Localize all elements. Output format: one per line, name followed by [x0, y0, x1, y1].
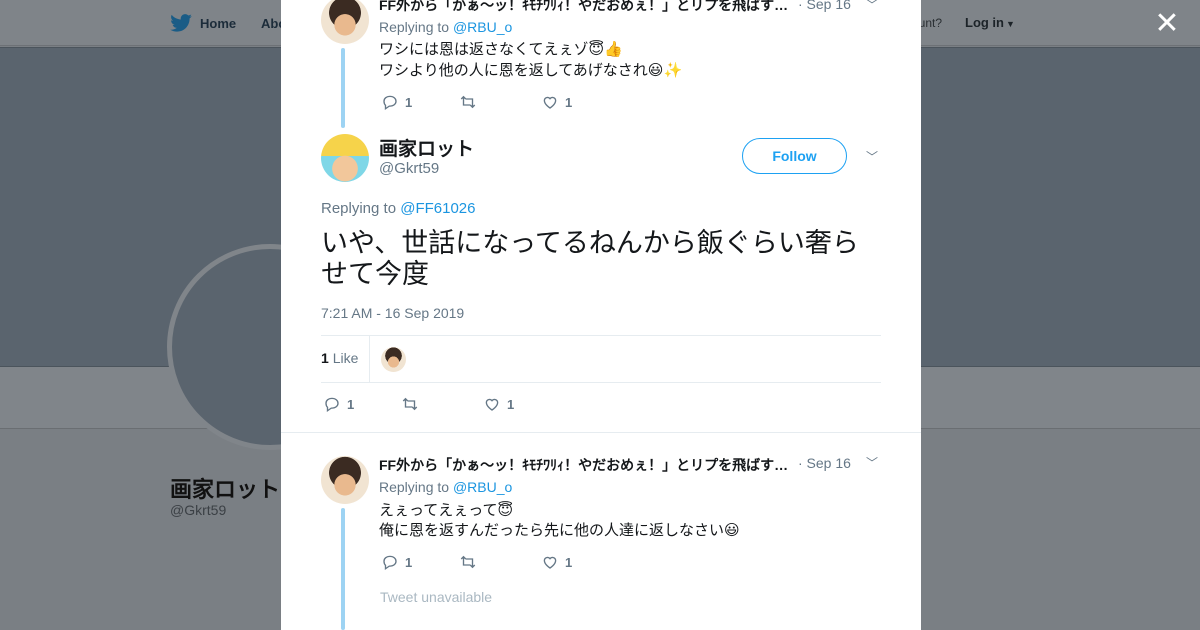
replying-prefix: Replying to: [379, 19, 453, 35]
reply-button[interactable]: 1: [381, 553, 459, 571]
tweet-text-line: えぇってえぇって😇: [379, 502, 514, 519]
tweet-stats: 1 Like: [321, 335, 881, 383]
nav-home[interactable]: Home: [170, 14, 236, 32]
thread-line: [341, 48, 345, 128]
retweet-button[interactable]: [459, 553, 541, 571]
nav-home-label: Home: [200, 15, 237, 31]
main-tweet-text: いや、世話になってるねんから飯ぐらい奢らせて今度: [321, 228, 859, 289]
likes-stat[interactable]: 1 Like: [321, 350, 358, 366]
heart-icon: [485, 398, 499, 411]
retweet-icon: [402, 397, 418, 411]
avatar[interactable]: [321, 456, 369, 504]
author-name[interactable]: 画家ロット: [379, 134, 474, 161]
tweet-actions: 1 1: [381, 92, 572, 112]
replying-to: Replying to @FF61026: [321, 200, 475, 217]
heart-icon: [543, 96, 557, 109]
mention-link[interactable]: @RBU_o: [453, 19, 512, 35]
follow-button[interactable]: Follow: [742, 138, 847, 174]
replying-to: Replying to @RBU_o: [379, 19, 512, 35]
twitter-bird-icon: [170, 14, 192, 32]
avatar[interactable]: [321, 0, 369, 44]
tweet-timestamp[interactable]: 7:21 AM - 16 Sep 2019: [321, 305, 464, 321]
reply-button[interactable]: 1: [381, 93, 459, 111]
reply-icon: [383, 555, 397, 571]
retweet-icon: [460, 555, 476, 569]
like-button[interactable]: 1: [541, 93, 572, 111]
tweet-text-line: 俺に恩を返すんだったら先に他の人達に返しなさい😃: [379, 522, 740, 539]
reply-icon: [325, 397, 339, 413]
avatar[interactable]: [321, 134, 369, 182]
reply-count: 1: [405, 94, 413, 110]
retweet-button[interactable]: [459, 93, 541, 111]
mention-link[interactable]: @FF61026: [400, 200, 475, 217]
tweet-actions: 1 1: [323, 394, 514, 414]
like-button[interactable]: 1: [541, 553, 572, 571]
stat-divider: [369, 336, 370, 382]
tweet-date[interactable]: · Sep 16: [798, 455, 851, 471]
likes-label: Like: [332, 350, 359, 366]
like-button[interactable]: 1: [483, 395, 514, 413]
nav-login-label: Log in: [965, 15, 1004, 30]
author-handle[interactable]: @Gkrt59: [379, 160, 439, 177]
thread-line: [341, 508, 345, 630]
replying-to: Replying to @RBU_o: [379, 479, 512, 495]
reply-button[interactable]: 1: [323, 395, 401, 413]
reply-count: 1: [347, 396, 355, 412]
profile-handle: @Gkrt59: [170, 502, 227, 518]
tweet-author[interactable]: FF外から「かぁ〜ッ！ｷﾓﾁﾜﾘｨ！やだおめぇ！」とリプを飛ばす…: [379, 455, 788, 475]
mention-link[interactable]: @RBU_o: [453, 479, 512, 495]
chevron-down-icon[interactable]: ﹀: [863, 0, 881, 14]
retweet-button[interactable]: [401, 395, 483, 413]
retweet-icon: [460, 95, 476, 109]
caret-down-icon: ▼: [1006, 19, 1015, 29]
heart-icon: [543, 556, 557, 569]
reply-icon: [383, 95, 397, 111]
reply-count: 1: [405, 554, 413, 570]
like-count: 1: [565, 554, 573, 570]
chevron-down-icon[interactable]: ﹀: [863, 148, 881, 166]
profile-name: 画家ロット: [170, 477, 281, 502]
liker-avatar[interactable]: [381, 347, 406, 372]
replying-prefix: Replying to: [321, 200, 401, 217]
nav-login[interactable]: Log in ▼: [965, 15, 1015, 30]
tweet-text-line: ワシには恩は返さなくてえぇゾ😇👍: [379, 41, 623, 58]
tweet-unavailable: Tweet unavailable: [380, 589, 493, 605]
tweet-text-line: ワシより他の人に恩を返してあげなされ😃✨: [379, 62, 683, 79]
tweet-actions: 1 1: [381, 552, 572, 572]
tweet-modal: FF外から「かぁ〜ッ！ｷﾓﾁﾜﾘｨ！やだおめぇ！」とリプを飛ばす… · Sep …: [281, 0, 921, 630]
like-count: 1: [565, 94, 573, 110]
replying-prefix: Replying to: [379, 479, 453, 495]
close-icon[interactable]: ✕: [1152, 9, 1182, 40]
tweet-date[interactable]: · Sep 16: [798, 0, 851, 12]
chevron-down-icon[interactable]: ﹀: [863, 454, 881, 472]
divider: [281, 432, 921, 433]
tweet-author[interactable]: FF外から「かぁ〜ッ！ｷﾓﾁﾜﾘｨ！やだおめぇ！」とリプを飛ばす…: [379, 0, 788, 15]
likes-count: 1: [321, 350, 329, 366]
like-count: 1: [507, 396, 515, 412]
